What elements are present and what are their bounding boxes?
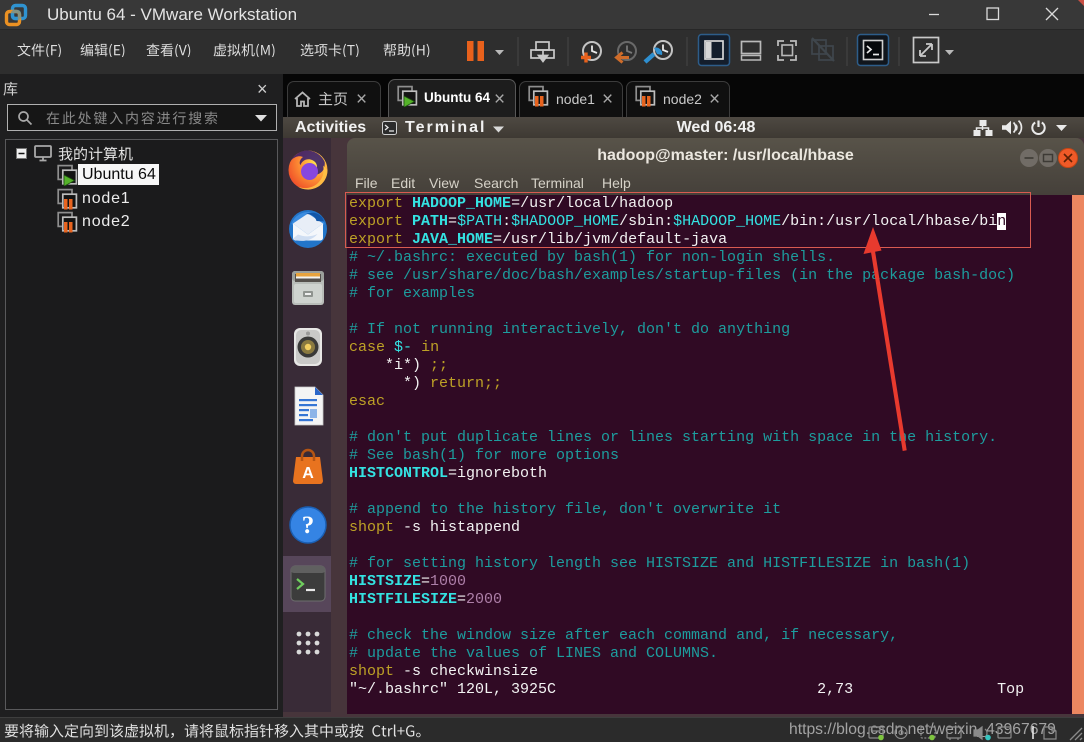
svg-text:A: A: [302, 465, 314, 482]
svg-text:?: ?: [302, 512, 315, 539]
